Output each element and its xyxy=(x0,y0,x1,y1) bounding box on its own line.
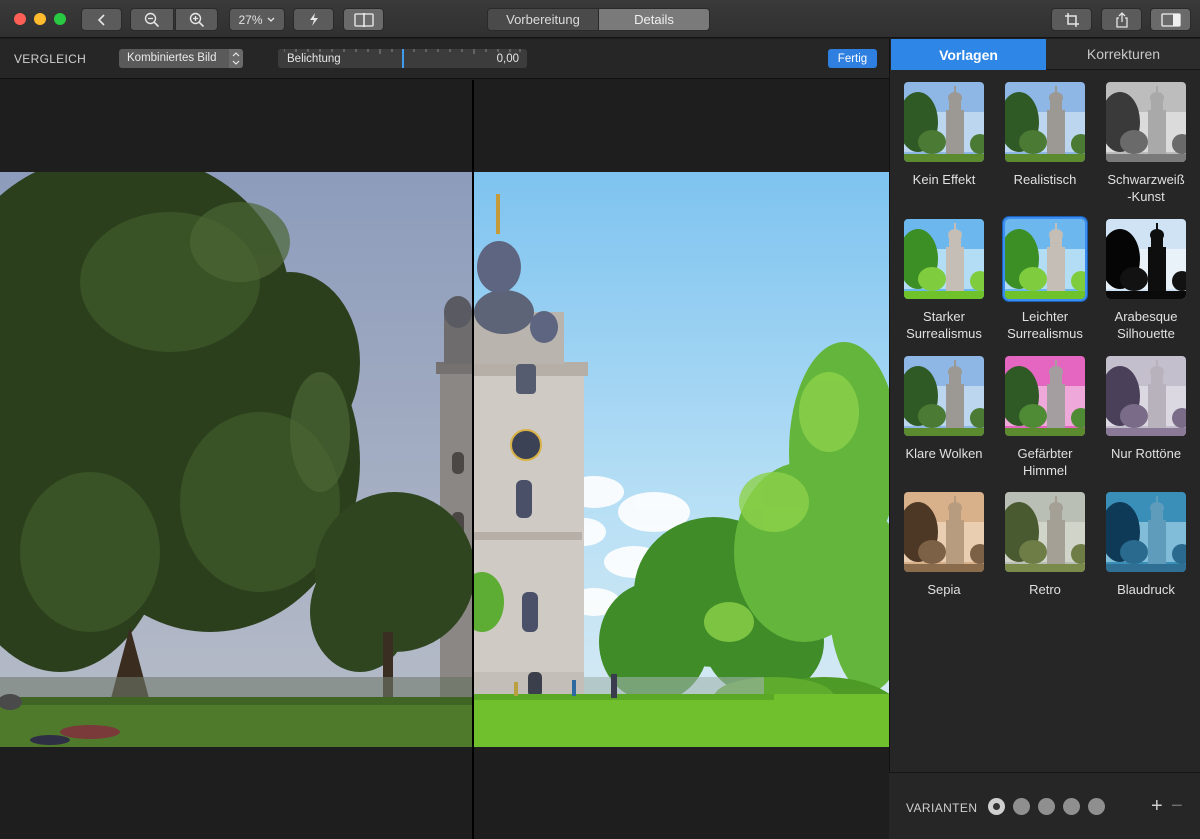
preset-tile[interactable]: Kein Effekt xyxy=(898,80,990,188)
exposure-label: Belichtung xyxy=(287,53,341,65)
chevron-down-icon xyxy=(267,17,274,22)
preset-thumbnail[interactable] xyxy=(1104,490,1188,574)
preset-tile[interactable]: Realistisch xyxy=(999,80,1091,188)
variants-bar: VARIANTEN + − xyxy=(889,772,1200,839)
preset-name: Arabesque Silhouette xyxy=(1114,309,1178,341)
remove-variant-button[interactable]: − xyxy=(1171,795,1183,818)
variant-dot[interactable] xyxy=(1013,798,1030,815)
split-view-icon xyxy=(353,12,374,27)
preset-thumbnail[interactable] xyxy=(902,217,986,301)
zoom-in-button[interactable] xyxy=(175,8,218,31)
preset-tile[interactable]: Arabesque Silhouette xyxy=(1100,217,1192,342)
preset-tile[interactable]: Nur Rottöne xyxy=(1100,354,1192,462)
zoom-out-icon xyxy=(144,12,160,27)
preset-name: Klare Wolken xyxy=(905,446,983,461)
sidebar-icon xyxy=(1160,12,1181,27)
share-icon xyxy=(1115,11,1128,28)
mode-segmented-control: Vorbereitung Details xyxy=(487,8,710,31)
edited-photo xyxy=(474,172,889,747)
tab-vorbereitung[interactable]: Vorbereitung xyxy=(488,9,599,30)
crop-icon xyxy=(1064,12,1079,27)
done-button[interactable]: Fertig xyxy=(828,49,877,68)
tab-korrekturen[interactable]: Korrekturen xyxy=(1046,39,1200,70)
preset-name: Gefärbter Himmel xyxy=(1017,446,1073,478)
preset-thumbnail[interactable] xyxy=(1104,217,1188,301)
crop-button[interactable] xyxy=(1051,8,1092,31)
preset-tile[interactable]: Starker Surrealismus xyxy=(898,217,990,342)
preset-thumbnail[interactable] xyxy=(1104,354,1188,438)
zoom-window-button[interactable] xyxy=(54,13,66,25)
split-divider-handle[interactable] xyxy=(472,80,474,839)
add-variant-button[interactable]: + xyxy=(1151,795,1163,818)
preset-name: Leichter Surrealismus xyxy=(1007,309,1083,341)
preset-tile[interactable]: Schwarzweiß -Kunst xyxy=(1100,80,1192,205)
exposure-value: 0,00 xyxy=(496,53,519,65)
original-photo xyxy=(0,172,472,747)
tab-vorlagen[interactable]: Vorlagen xyxy=(891,39,1046,70)
preset-name: Retro xyxy=(1029,582,1061,597)
preset-name: Schwarzweiß -Kunst xyxy=(1107,172,1185,204)
preset-name: Nur Rottöne xyxy=(1110,446,1182,461)
title-bar: 27% Vorbereitung Details xyxy=(0,0,1200,38)
minimize-window-button[interactable] xyxy=(34,13,46,25)
split-compare-button[interactable] xyxy=(343,8,384,31)
chevron-left-icon xyxy=(97,13,105,26)
variant-dot[interactable] xyxy=(1063,798,1080,815)
zoom-out-button[interactable] xyxy=(130,8,174,31)
variants-label: VARIANTEN xyxy=(906,801,978,815)
preset-tile[interactable]: Gefärbter Himmel xyxy=(999,354,1091,479)
preset-tile[interactable]: Sepia xyxy=(898,490,990,598)
preset-name: Starker Surrealismus xyxy=(906,309,982,341)
preset-tile[interactable]: Leichter Surrealismus xyxy=(999,217,1091,342)
lightning-icon xyxy=(309,13,318,26)
preset-tile[interactable]: Blaudruck xyxy=(1100,490,1192,598)
toggle-sidebar-button[interactable] xyxy=(1150,8,1191,31)
presets-panel: Vorlagen Korrekturen Kein Effekt Realist… xyxy=(889,39,1200,839)
tab-details[interactable]: Details xyxy=(599,9,709,30)
variant-dot[interactable] xyxy=(988,798,1005,815)
compare-label: VERGLEICH xyxy=(14,52,87,66)
updown-chevron-icon xyxy=(229,49,243,68)
slider-thumb[interactable] xyxy=(402,49,404,68)
variant-dot[interactable] xyxy=(1038,798,1055,815)
close-window-button[interactable] xyxy=(14,13,26,25)
zoom-level-dropdown[interactable]: 27% xyxy=(229,8,285,31)
preset-thumbnail[interactable] xyxy=(1003,80,1087,164)
panel-tabs: Vorlagen Korrekturen xyxy=(891,39,1200,70)
variant-dot[interactable] xyxy=(1088,798,1105,815)
photo-canvas[interactable] xyxy=(0,80,889,839)
compare-mode-value: Kombiniertes Bild xyxy=(127,52,217,64)
compare-mode-select[interactable]: Kombiniertes Bild xyxy=(119,49,243,68)
preset-thumbnail[interactable] xyxy=(1003,490,1087,574)
preset-thumbnail[interactable] xyxy=(902,354,986,438)
share-button[interactable] xyxy=(1101,8,1142,31)
back-button[interactable] xyxy=(81,8,122,31)
preset-thumbnail[interactable] xyxy=(1003,217,1087,301)
zoom-level-label: 27% xyxy=(238,12,263,27)
preset-thumbnail[interactable] xyxy=(902,490,986,574)
preset-name: Sepia xyxy=(927,582,961,597)
preset-thumbnail[interactable] xyxy=(902,80,986,164)
zoom-in-icon xyxy=(189,12,204,27)
exposure-slider[interactable]: Belichtung 0,00 xyxy=(278,49,527,68)
preset-thumbnail[interactable] xyxy=(1003,354,1087,438)
auto-enhance-button[interactable] xyxy=(293,8,334,31)
preset-thumbnail[interactable] xyxy=(1104,80,1188,164)
preset-tile[interactable]: Klare Wolken xyxy=(898,354,990,462)
preset-name: Realistisch xyxy=(1013,172,1077,187)
preset-tile[interactable]: Retro xyxy=(999,490,1091,598)
preset-name: Blaudruck xyxy=(1117,582,1175,597)
preset-name: Kein Effekt xyxy=(912,172,976,187)
